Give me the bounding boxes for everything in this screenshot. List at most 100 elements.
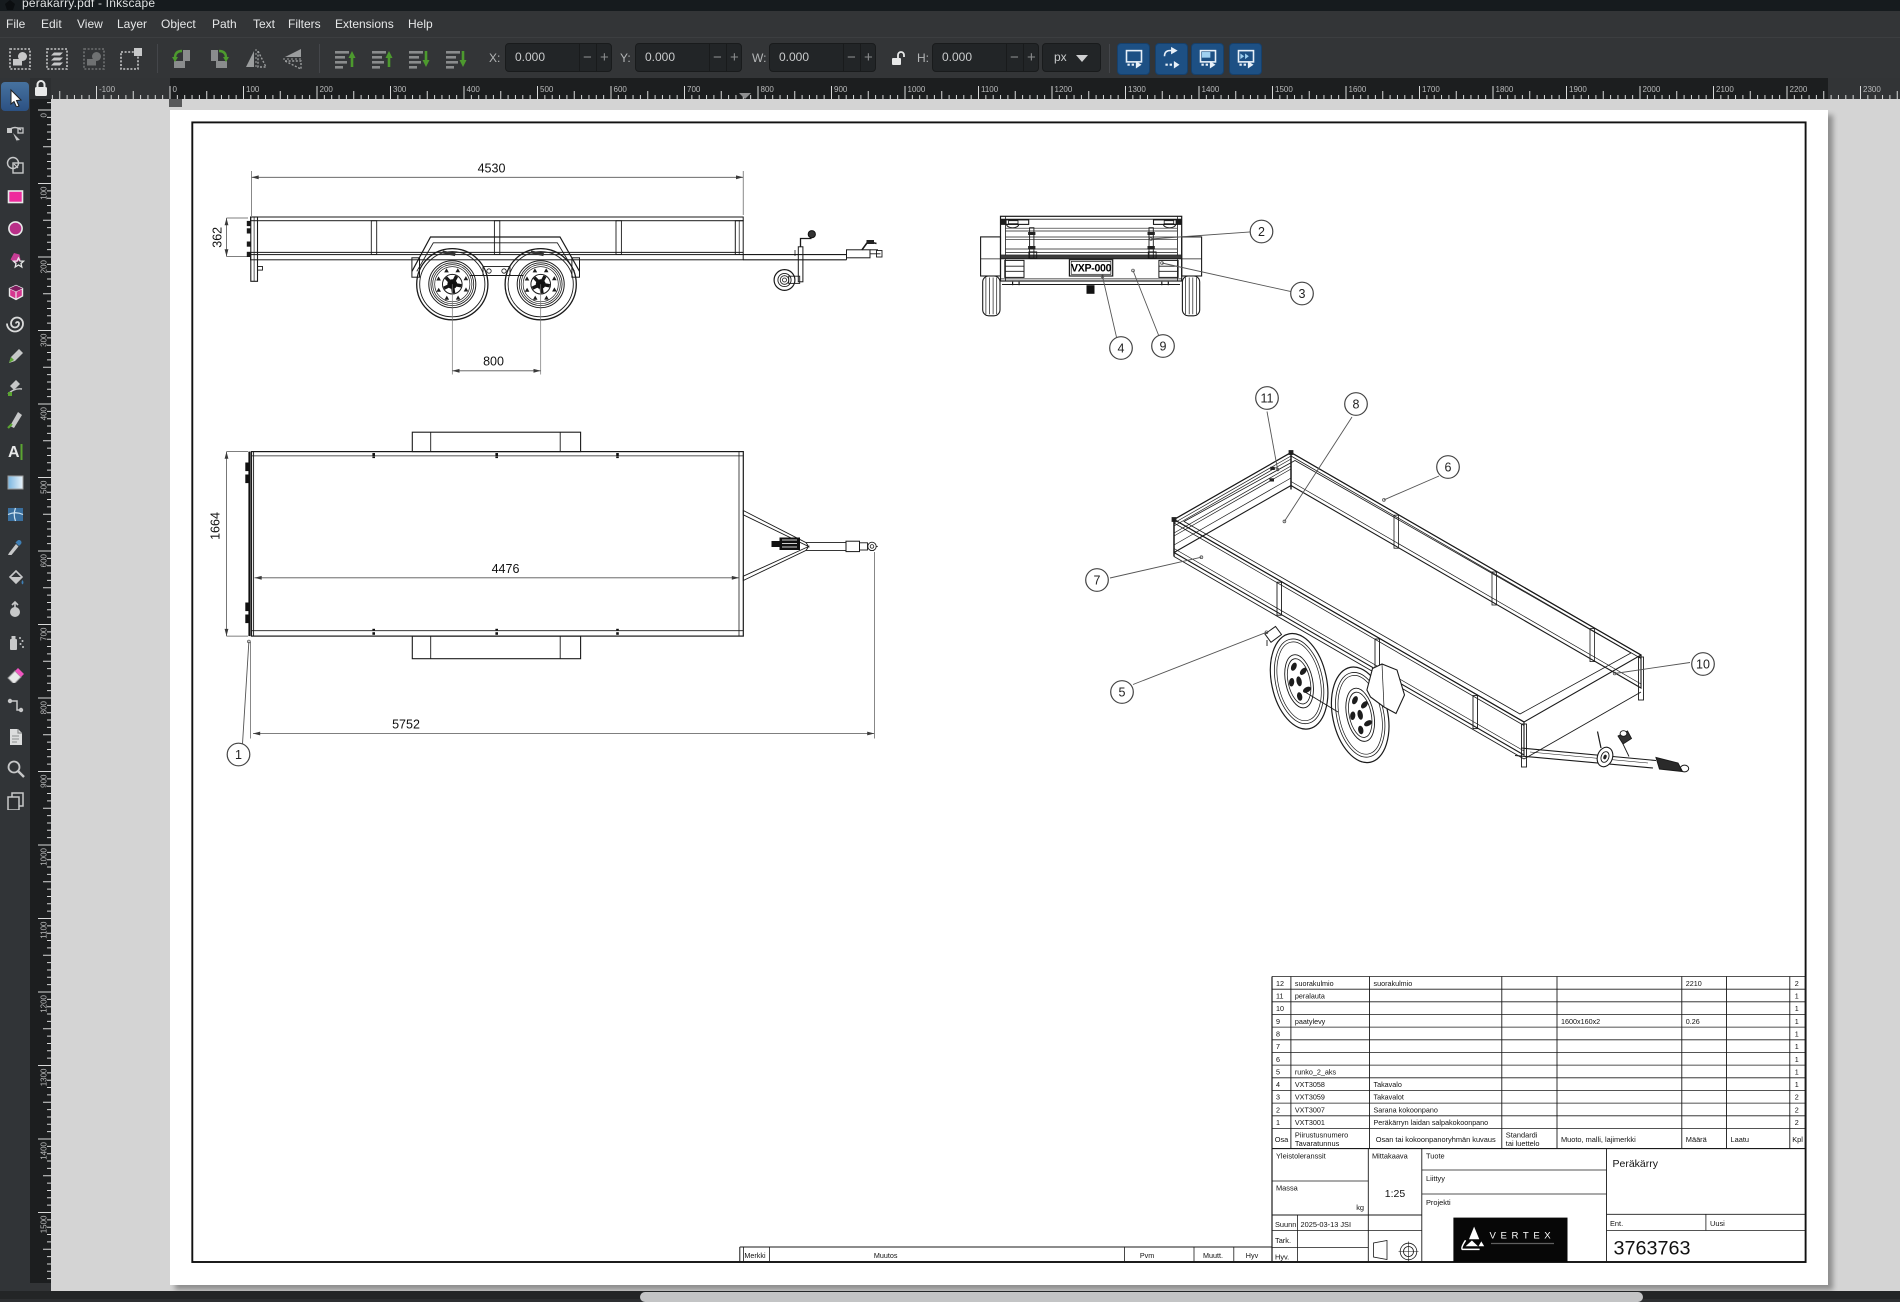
svg-text:suorakulmio: suorakulmio [1374,979,1413,988]
svg-text:2210: 2210 [1686,979,1702,988]
svg-text:VXP-000: VXP-000 [1071,263,1112,275]
svg-text:VXT3059: VXT3059 [1295,1093,1325,1102]
svg-text:100: 100 [246,85,260,94]
svg-text:700: 700 [687,85,701,94]
svg-text:Sarana kokoonpano: Sarana kokoonpano [1374,1105,1438,1114]
svg-text:11: 11 [1276,992,1283,1001]
svg-text:Tavaratunnus: Tavaratunnus [1295,1139,1340,1148]
svg-text:300: 300 [40,333,49,347]
svg-text:1000: 1000 [40,847,49,865]
svg-text:1: 1 [1795,1042,1799,1051]
svg-text:runko_2_aks: runko_2_aks [1295,1067,1337,1076]
svg-text:1000: 1000 [908,85,926,94]
svg-text:1: 1 [1795,1004,1799,1013]
svg-text:2025-03-13 JSI: 2025-03-13 JSI [1301,1220,1352,1229]
svg-text:Hyv: Hyv [1246,1251,1259,1260]
svg-text:peralauta: peralauta [1295,992,1325,1001]
svg-text:1400: 1400 [40,1141,49,1159]
svg-text:0.26: 0.26 [1686,1017,1700,1026]
svg-text:1900: 1900 [1569,85,1587,94]
svg-text:1664: 1664 [209,512,223,540]
svg-text:1:25: 1:25 [1385,1188,1406,1200]
svg-text:200: 200 [40,259,49,273]
svg-text:Osan tai kokoonpanoryhmän kuva: Osan tai kokoonpanoryhmän kuvaus [1376,1135,1496,1144]
svg-text:Osa: Osa [1275,1135,1289,1144]
svg-text:VXT3001: VXT3001 [1295,1118,1325,1127]
svg-text:4: 4 [1276,1080,1280,1089]
svg-text:1: 1 [1795,1055,1799,1064]
svg-text:Määrä: Määrä [1686,1135,1708,1144]
svg-text:400: 400 [467,85,481,94]
svg-text:1: 1 [1795,1029,1799,1038]
svg-text:700: 700 [40,627,49,641]
svg-text:2: 2 [1276,1105,1280,1114]
svg-text:6: 6 [1276,1055,1280,1064]
svg-text:800: 800 [761,85,775,94]
svg-text:500: 500 [40,480,49,494]
svg-text:1300: 1300 [40,1068,49,1086]
svg-text:8: 8 [1276,1029,1280,1038]
svg-text:2000: 2000 [1643,85,1661,94]
svg-text:Yleistoleranssit: Yleistoleranssit [1276,1152,1326,1161]
svg-text:1300: 1300 [1128,85,1146,94]
svg-text:2: 2 [1795,1105,1799,1114]
svg-text:1200: 1200 [1055,85,1073,94]
svg-text:1400: 1400 [1202,85,1220,94]
svg-text:1100: 1100 [40,921,49,939]
svg-text:300: 300 [393,85,407,94]
svg-text:11: 11 [1261,391,1274,405]
svg-text:2: 2 [1258,225,1265,239]
svg-text:5: 5 [1276,1067,1280,1076]
svg-text:1500: 1500 [1275,85,1293,94]
svg-text:5: 5 [1119,685,1126,699]
svg-text:800: 800 [483,355,504,369]
svg-text:tai luettelo: tai luettelo [1506,1139,1540,1148]
svg-text:Kpl: Kpl [1792,1135,1803,1144]
svg-text:VERTEX: VERTEX [1490,1231,1556,1242]
svg-text:1: 1 [1795,1017,1799,1026]
svg-text:3: 3 [1276,1093,1280,1102]
svg-text:2: 2 [1795,1118,1799,1127]
svg-text:4530: 4530 [478,162,506,176]
svg-text:Hyv.: Hyv. [1275,1253,1289,1262]
svg-text:Mittakaava: Mittakaava [1372,1152,1409,1161]
svg-text:1500: 1500 [40,1215,49,1233]
svg-text:Uusi: Uusi [1710,1219,1725,1228]
svg-text:Ent.: Ent. [1610,1219,1623,1228]
svg-text:400: 400 [40,406,49,420]
svg-text:9: 9 [1276,1017,1280,1026]
svg-text:10: 10 [1276,1004,1284,1013]
svg-text:10: 10 [1696,657,1710,671]
svg-text:Liittyy: Liittyy [1426,1174,1445,1183]
svg-text:A: A [8,444,20,461]
svg-text:12: 12 [1276,979,1284,988]
svg-text:2: 2 [1795,1093,1799,1102]
svg-text:1: 1 [235,748,242,762]
svg-text:1700: 1700 [1422,85,1440,94]
svg-text:1: 1 [1795,1067,1799,1076]
svg-text:Muutt.: Muutt. [1203,1251,1223,1260]
svg-text:Suunn: Suunn [1275,1220,1296,1229]
svg-text:Takavalo: Takavalo [1374,1080,1402,1089]
svg-text:Pvm: Pvm [1140,1251,1154,1260]
svg-text:2300: 2300 [1863,85,1881,94]
svg-text:0: 0 [173,85,178,94]
svg-text:Muutos: Muutos [874,1251,898,1260]
svg-text:200: 200 [320,85,334,94]
svg-text:500: 500 [540,85,554,94]
svg-text:suorakulmio: suorakulmio [1295,979,1334,988]
svg-text:Merkki: Merkki [744,1251,766,1260]
svg-text:0: 0 [40,112,49,117]
svg-text:362: 362 [211,227,225,248]
svg-text:Tark.: Tark. [1275,1236,1291,1245]
svg-text:3763763: 3763763 [1614,1238,1691,1260]
svg-text:1600x160x2: 1600x160x2 [1561,1017,1600,1026]
svg-text:Massa: Massa [1276,1184,1299,1193]
svg-text:VXT3058: VXT3058 [1295,1080,1325,1089]
svg-text:8: 8 [1353,397,1360,411]
svg-text:1100: 1100 [981,85,999,94]
svg-text:800: 800 [40,700,49,714]
svg-text:Projekti: Projekti [1426,1198,1451,1207]
svg-text:Peräkärryn laidan salpakokoonp: Peräkärryn laidan salpakokoonpano [1374,1118,1489,1127]
svg-text:2200: 2200 [1790,85,1808,94]
